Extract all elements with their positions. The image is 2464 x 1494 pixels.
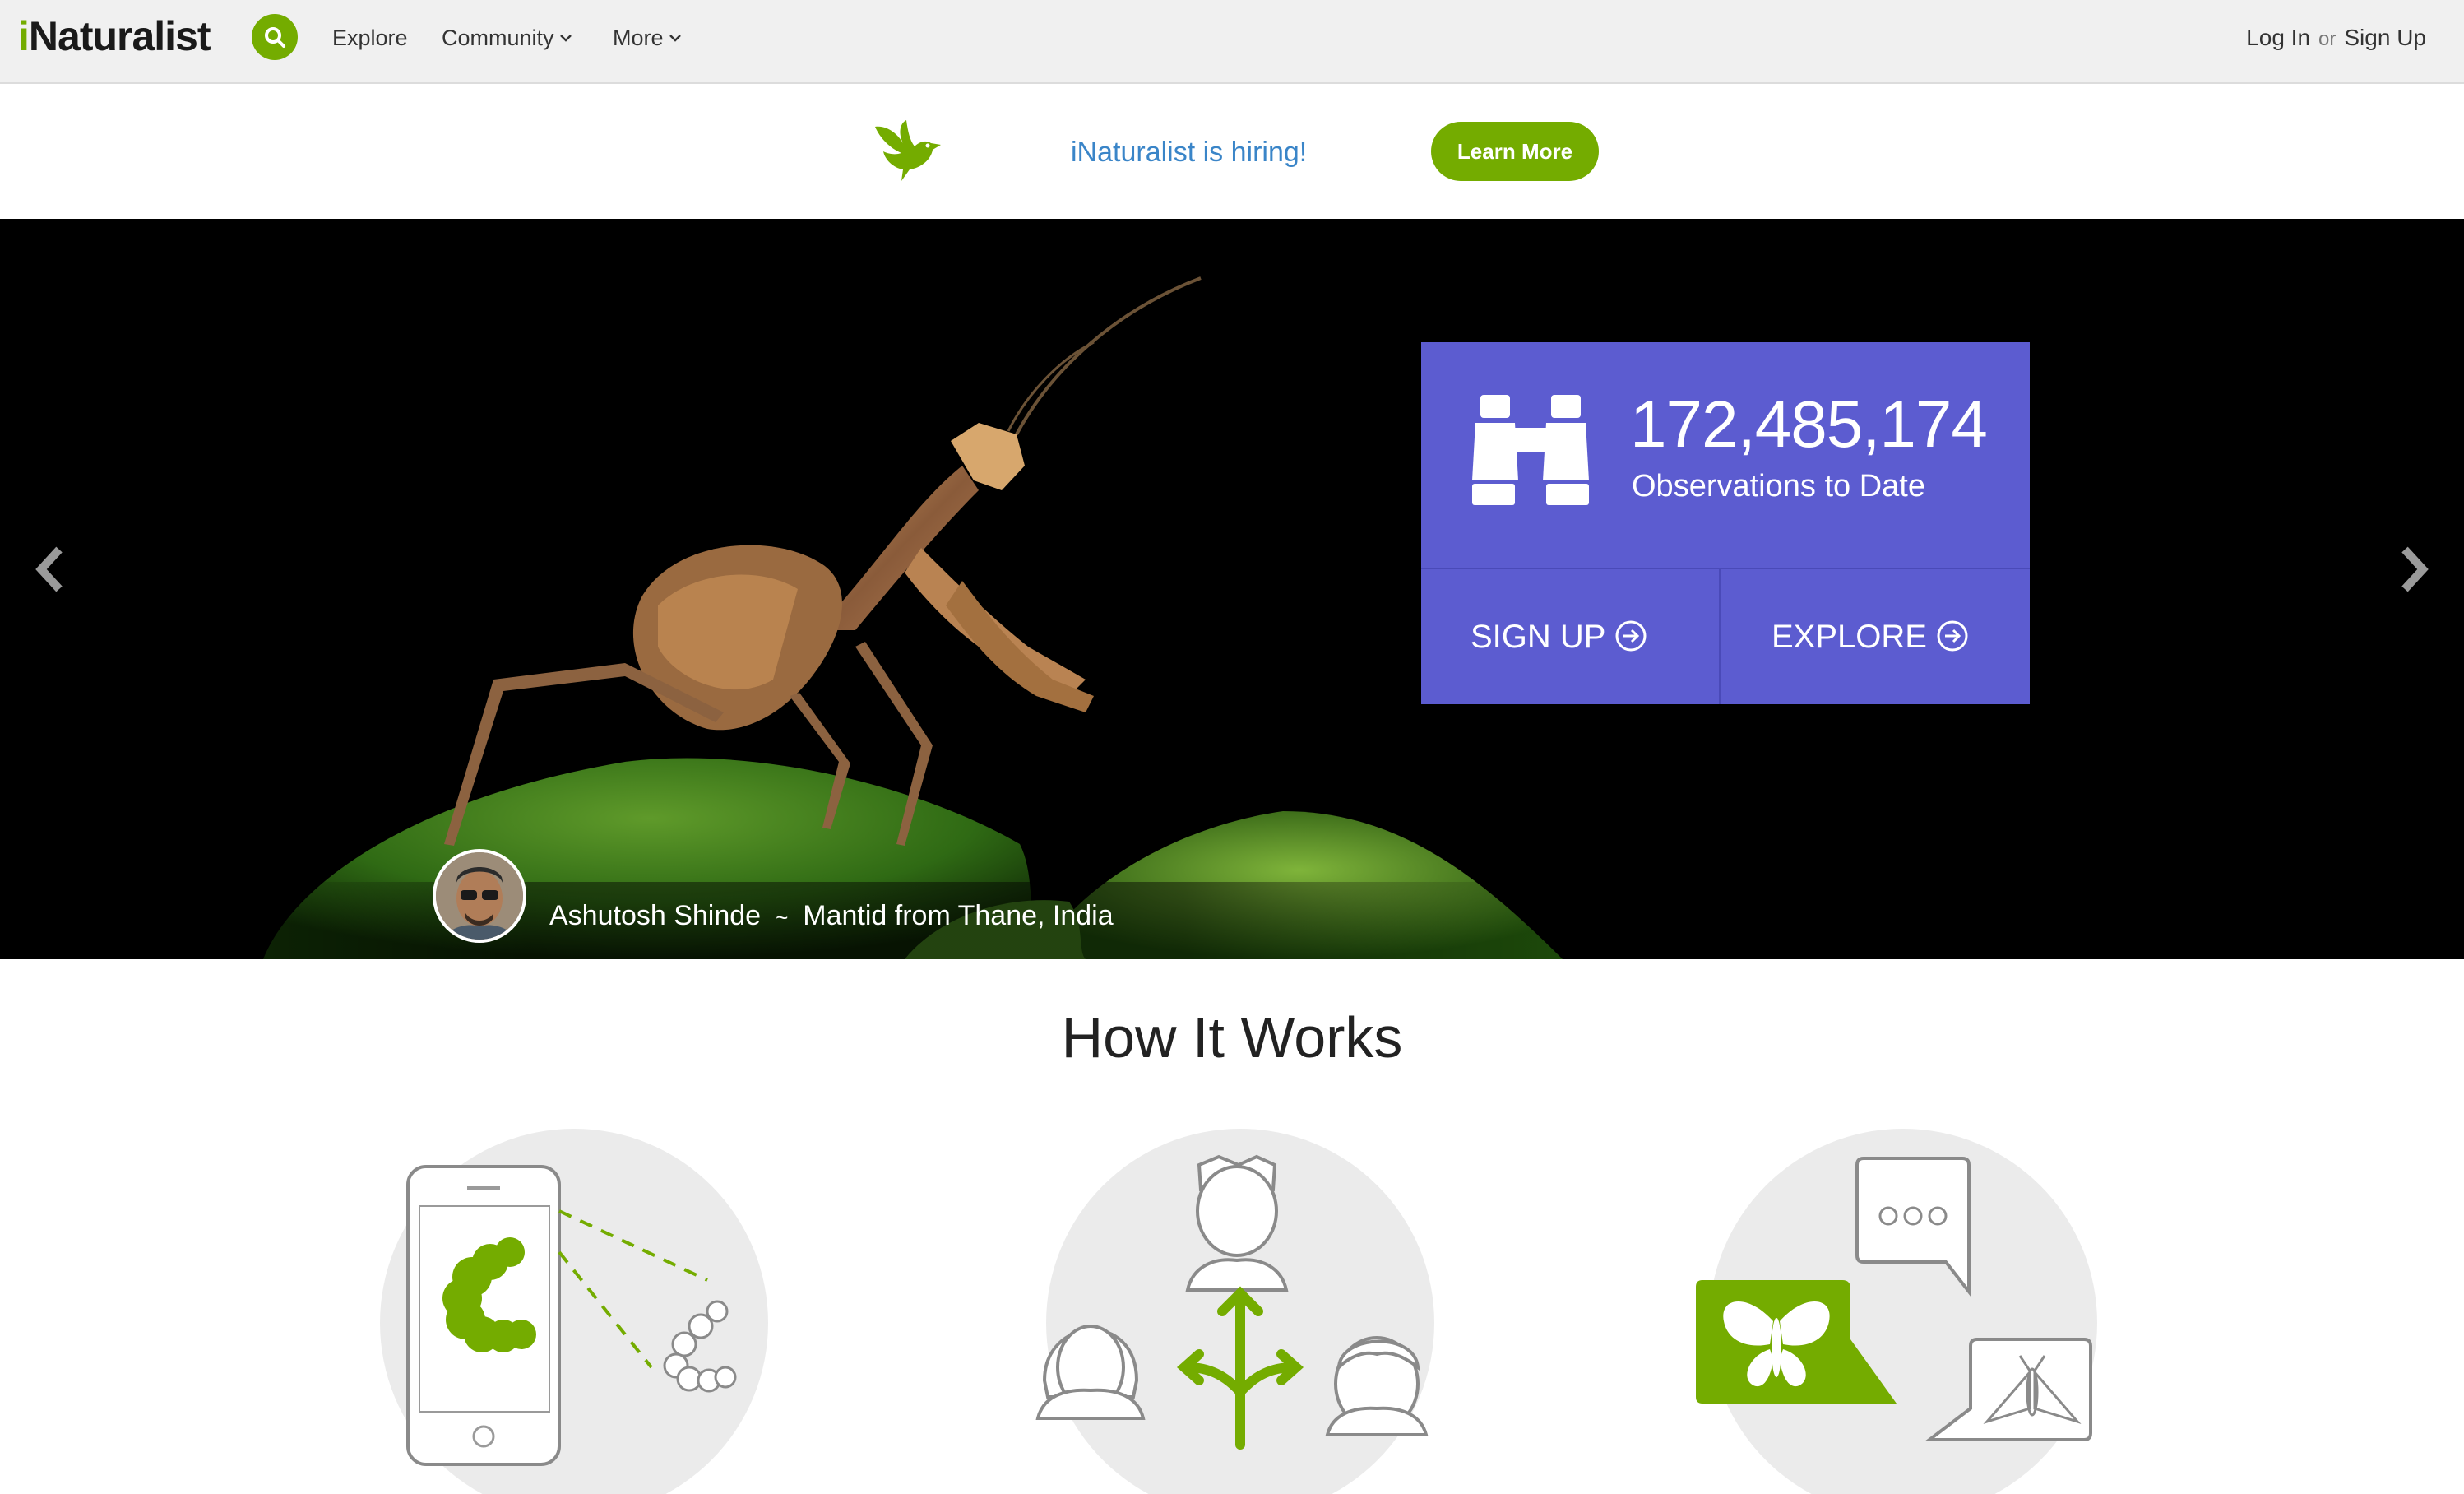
step-discuss-illustration [1696, 1129, 2097, 1494]
chevron-down-icon [669, 34, 681, 42]
observation-label: Observations to Date [1632, 469, 1925, 503]
observation-count: 172,485,174 [1630, 387, 1988, 461]
arrow-circle-right-icon [1937, 620, 1968, 652]
person-icon [1185, 1154, 1289, 1292]
hero-carousel: 172,485,174 Observations to Date SIGN UP… [0, 219, 2464, 959]
carousel-next-arrow[interactable] [2398, 545, 2431, 594]
species-name[interactable]: Mantid [803, 900, 887, 931]
nav-explore-link[interactable]: Explore [332, 23, 408, 53]
auth-links: Log In or Sign Up [2246, 23, 2426, 53]
signup-link[interactable]: Sign Up [2344, 25, 2426, 50]
photo-location: from Thane, India [894, 900, 1114, 931]
observations-summary: 172,485,174 Observations to Date [1421, 342, 2030, 569]
hero-explore-label: EXPLORE [1772, 619, 1927, 655]
mantid-photo [263, 276, 1563, 959]
search-icon [265, 27, 285, 48]
login-link[interactable]: Log In [2246, 25, 2310, 50]
observations-stats-box: 172,485,174 Observations to Date SIGN UP… [1421, 342, 2030, 704]
learn-more-button[interactable]: Learn More [1431, 122, 1599, 181]
caption-separator: ~ [776, 905, 789, 930]
hero-signup-button[interactable]: SIGN UP [1421, 569, 1721, 704]
hero-explore-button[interactable]: EXPLORE [1722, 569, 2030, 704]
search-button[interactable] [252, 14, 298, 60]
bird-icon [875, 120, 941, 181]
binoculars-icon [1472, 395, 1589, 505]
hero-signup-label: SIGN UP [1471, 619, 1606, 655]
top-nav: iNaturalist Explore Community More Log I… [0, 0, 2464, 84]
avatar-photo [436, 852, 523, 940]
photo-caption: Ashutosh Shinde ~ Mantid from Thane, India [549, 895, 1114, 936]
chevron-down-icon [559, 34, 572, 42]
hiring-banner: iNaturalist is hiring! Learn More [0, 84, 2464, 219]
arrow-circle-right-icon [1615, 620, 1647, 652]
photographer-name[interactable]: Ashutosh Shinde [549, 900, 761, 931]
nav-more-label: More [613, 26, 664, 50]
logo-text: Naturalist [28, 13, 211, 59]
or-text: or [2318, 28, 2337, 50]
hiring-link[interactable]: iNaturalist is hiring! [1071, 130, 1307, 174]
carousel-prev-arrow[interactable] [33, 545, 66, 594]
nav-explore-label: Explore [332, 26, 408, 50]
nav-more-menu[interactable]: More [613, 23, 682, 53]
how-it-works-title: How It Works [1061, 1005, 1403, 1069]
step-record-illustration [380, 1129, 768, 1494]
photographer-avatar[interactable] [433, 849, 526, 943]
nav-community-menu[interactable]: Community [442, 23, 572, 53]
step-share-illustration [1035, 1129, 1434, 1494]
nav-community-label: Community [442, 26, 554, 50]
inaturalist-logo[interactable]: iNaturalist [18, 12, 211, 61]
logo-i: i [18, 13, 30, 59]
